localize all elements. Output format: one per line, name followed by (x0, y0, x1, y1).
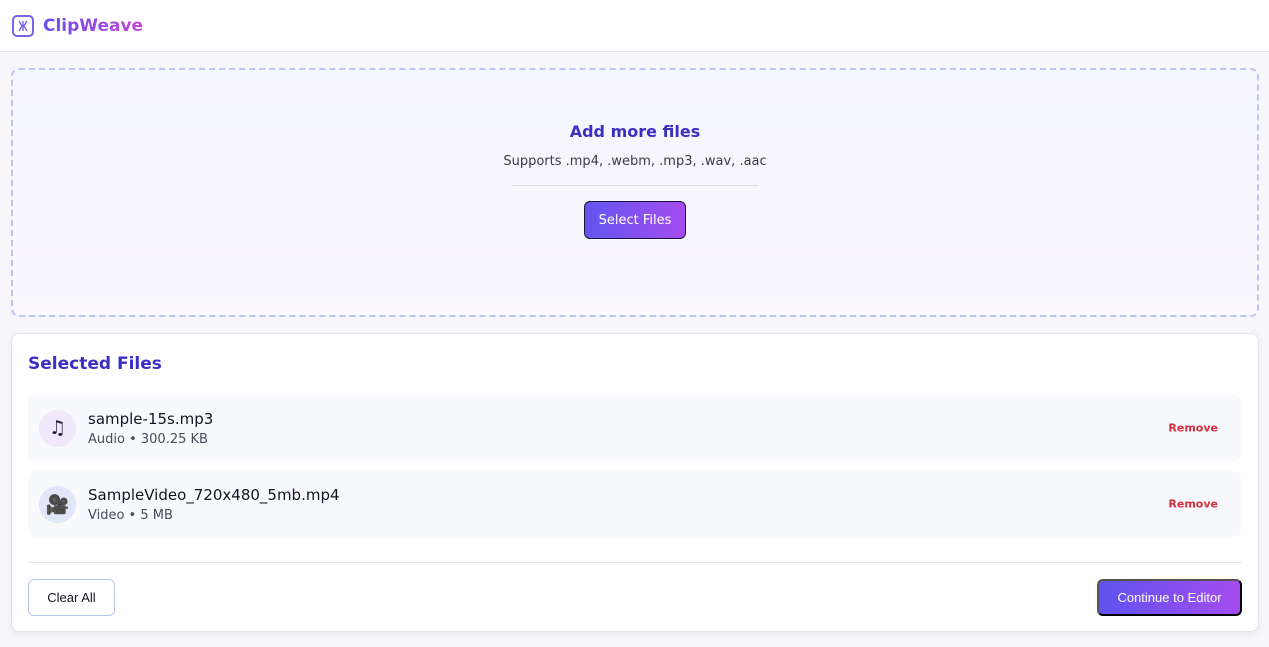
continue-to-editor-button[interactable]: Continue to Editor (1097, 579, 1242, 616)
select-files-button[interactable]: Select Files (584, 201, 686, 239)
selected-files-panel: Selected Files ♫ sample-15s.mp3 Audio • … (11, 333, 1259, 632)
selected-files-title: Selected Files (28, 354, 162, 374)
remove-file-button[interactable]: Remove (1168, 498, 1218, 511)
logo-icon (12, 14, 34, 37)
panel-divider (28, 562, 1242, 563)
music-note-icon: ♫ (39, 409, 76, 447)
remove-file-button[interactable]: Remove (1168, 422, 1218, 435)
file-name: SampleVideo_720x480_5mb.mp4 (88, 485, 340, 504)
dropzone-title: Add more files (569, 122, 701, 141)
file-meta: Video • 5 MB (88, 507, 173, 523)
file-meta: Audio • 300.25 KB (88, 431, 208, 447)
file-name: sample-15s.mp3 (88, 409, 214, 428)
app-name[interactable]: ClipWeave (43, 16, 143, 36)
file-list-item: ♫ sample-15s.mp3 Audio • 300.25 KB Remov… (28, 395, 1242, 461)
file-info: SampleVideo_720x480_5mb.mp4 Video • 5 MB (88, 486, 340, 523)
file-info: sample-15s.mp3 Audio • 300.25 KB (88, 410, 213, 447)
dropzone-subtitle: Supports .mp4, .webm, .mp3, .wav, .aac (503, 154, 767, 169)
file-list-item: 🎥 SampleVideo_720x480_5mb.mp4 Video • 5 … (28, 471, 1242, 537)
file-dropzone[interactable]: Add more files Supports .mp4, .webm, .mp… (11, 68, 1259, 317)
top-bar: ClipWeave (0, 0, 1269, 52)
clear-all-button[interactable]: Clear All (28, 579, 115, 616)
video-camera-icon: 🎥 (39, 485, 76, 523)
dropzone-divider (512, 185, 758, 186)
